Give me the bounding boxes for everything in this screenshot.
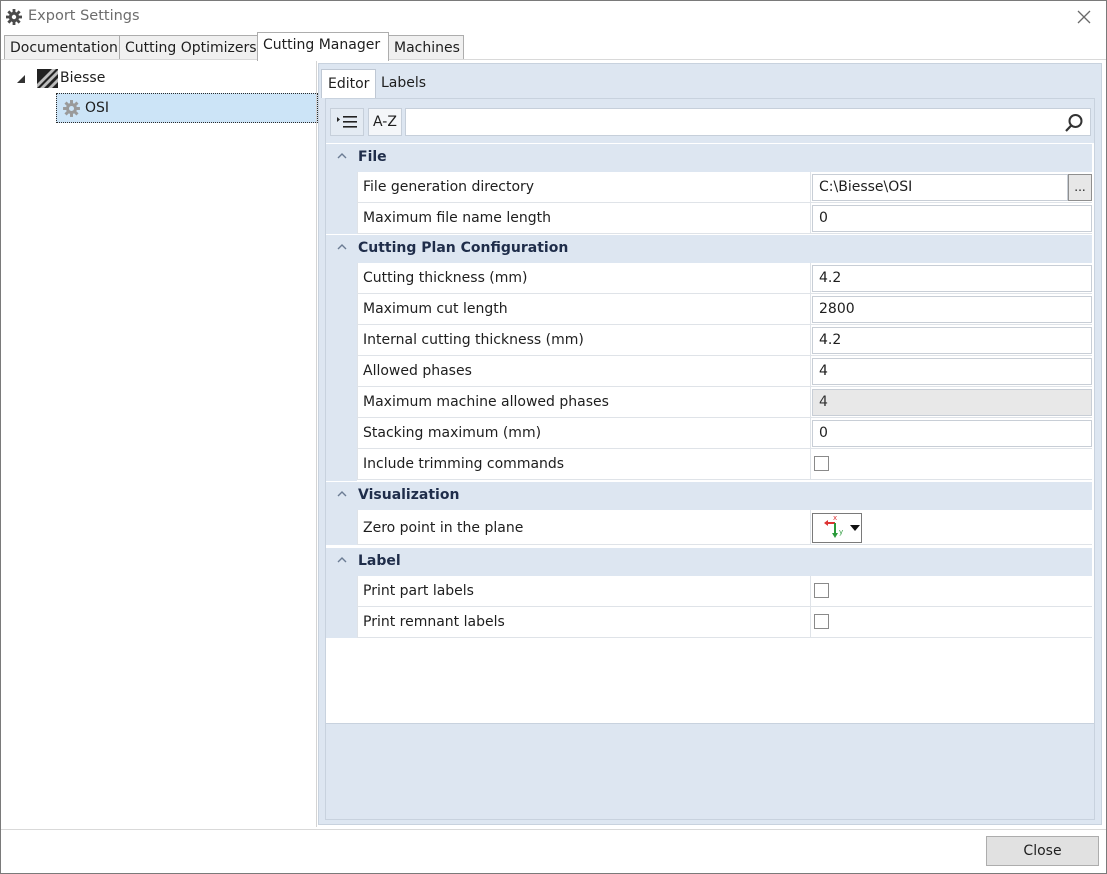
allowed-phases-input[interactable]: 4 [812,358,1092,385]
category-visualization[interactable]: Visualization [326,482,1092,510]
tree-root-label[interactable]: Biesse [60,70,105,86]
property-name: Zero point in the plane [363,520,524,536]
print-part-labels-checkbox[interactable] [814,583,829,598]
property-value-cell: 4.2 [810,263,1093,293]
export-settings-window: Export Settings Documentation Cutting Op… [0,0,1107,874]
property-name: Internal cutting thickness (mm) [363,332,584,348]
property-row: Allowed phases 4 [357,356,1092,387]
category-cutting-plan[interactable]: Cutting Plan Configuration [326,235,1092,263]
property-value-cell [810,607,1093,637]
tabs-divider [1,59,1106,60]
max-cut-length-input[interactable]: 2800 [812,296,1092,323]
property-value-cell: 2800 [810,294,1093,324]
max-file-name-length-input[interactable]: 0 [812,205,1092,232]
svg-text:y: y [839,528,843,536]
property-row: Cutting thickness (mm) 4.2 [357,263,1092,294]
window-title: Export Settings [28,8,140,24]
property-name: File generation directory [363,179,535,195]
property-row: Internal cutting thickness (mm) 4.2 [357,325,1092,356]
property-value-cell [810,576,1093,606]
internal-cutting-thickness-input[interactable]: 4.2 [812,327,1092,354]
splitter[interactable] [316,61,317,827]
property-name: Maximum file name length [363,210,551,226]
print-remnant-labels-checkbox[interactable] [814,614,829,629]
tree-item-osi[interactable]: OSI [56,93,318,123]
close-button[interactable]: Close [986,836,1099,866]
property-row: Print part labels [357,576,1092,607]
property-name: Maximum machine allowed phases [363,394,609,410]
chevron-up-icon[interactable] [337,243,347,251]
tab-editor[interactable]: Editor [321,69,377,98]
browse-button[interactable]: ... [1068,174,1092,201]
cutting-thickness-input[interactable]: 4.2 [812,265,1092,292]
gear-icon [6,9,22,25]
title-bar: Export Settings [1,1,1106,33]
category-label: Cutting Plan Configuration [358,240,569,256]
description-pane [326,723,1094,819]
max-machine-phases-value: 4 [812,389,1092,416]
tree-view: Biesse OSI [3,61,318,827]
category-label: File [358,149,387,165]
stacking-maximum-input[interactable]: 0 [812,420,1092,447]
tab-machines[interactable]: Machines [388,35,464,60]
property-name: Cutting thickness (mm) [363,270,528,286]
property-value-cell: 0 [810,203,1093,233]
categorized-list-icon [337,116,357,128]
chevron-up-icon[interactable] [337,152,347,160]
property-row: Zero point in the plane x y [357,510,1092,545]
property-row: Maximum machine allowed phases 4 [357,387,1092,418]
property-row: Maximum file name length 0 [357,203,1092,234]
gear-icon [63,100,80,117]
tab-labels[interactable]: Labels [375,69,432,98]
category-label: Visualization [358,487,460,503]
include-trimming-checkbox[interactable] [814,456,829,471]
property-name: Print part labels [363,583,474,599]
property-name: Maximum cut length [363,301,508,317]
property-value-cell [810,449,1093,479]
property-value-cell: x y [810,510,1093,544]
property-value-cell: C:\Biesse\OSI ... [810,172,1093,202]
property-name: Allowed phases [363,363,472,379]
category-gutter [326,510,357,545]
property-row: Stacking maximum (mm) 0 [357,418,1092,449]
category-gutter [326,576,357,638]
property-search-input[interactable] [405,108,1091,136]
tab-documentation[interactable]: Documentation [4,35,120,60]
property-value-cell: 4.2 [810,325,1093,355]
dialog-footer: Close [1,829,1106,873]
property-row: File generation directory C:\Biesse\OSI … [357,172,1092,203]
expand-triangle-icon[interactable] [16,74,26,84]
chevron-up-icon[interactable] [337,490,347,498]
svg-text:x: x [833,514,837,522]
property-name: Include trimming commands [363,456,565,472]
close-icon[interactable] [1074,7,1094,27]
zero-point-dropdown[interactable]: x y [812,513,862,543]
property-value-cell: 4 [810,387,1093,417]
file-directory-input[interactable]: C:\Biesse\OSI [812,174,1068,201]
category-label-section[interactable]: Label [326,548,1092,576]
alphabetical-view-button[interactable]: A-Z [368,108,402,136]
biesse-logo-icon [37,69,58,88]
axis-origin-icon: x y [824,514,860,538]
property-row: Include trimming commands [357,449,1092,480]
category-file[interactable]: File [326,144,1092,172]
property-toolbar: A-Z [326,99,1094,143]
property-name: Stacking maximum (mm) [363,425,542,441]
category-label: Label [358,553,401,569]
chevron-up-icon[interactable] [337,556,347,564]
tree-item-label: OSI [85,100,110,116]
property-value-cell: 0 [810,418,1093,448]
property-editor: A-Z File File generation directory C:\Bi… [325,98,1095,820]
categorized-view-button[interactable] [330,108,364,136]
property-row: Maximum cut length 2800 [357,294,1092,325]
property-value-cell: 4 [810,356,1093,386]
properties-panel: Editor Labels A-Z File File generation d… [318,63,1102,825]
tab-cutting-optimizers[interactable]: Cutting Optimizers [119,35,258,60]
category-gutter [326,263,357,481]
property-row: Print remnant labels [357,607,1092,638]
property-name: Print remnant labels [363,614,505,630]
search-icon[interactable] [1064,113,1084,133]
category-gutter [326,172,357,234]
tab-cutting-manager[interactable]: Cutting Manager [257,32,389,61]
